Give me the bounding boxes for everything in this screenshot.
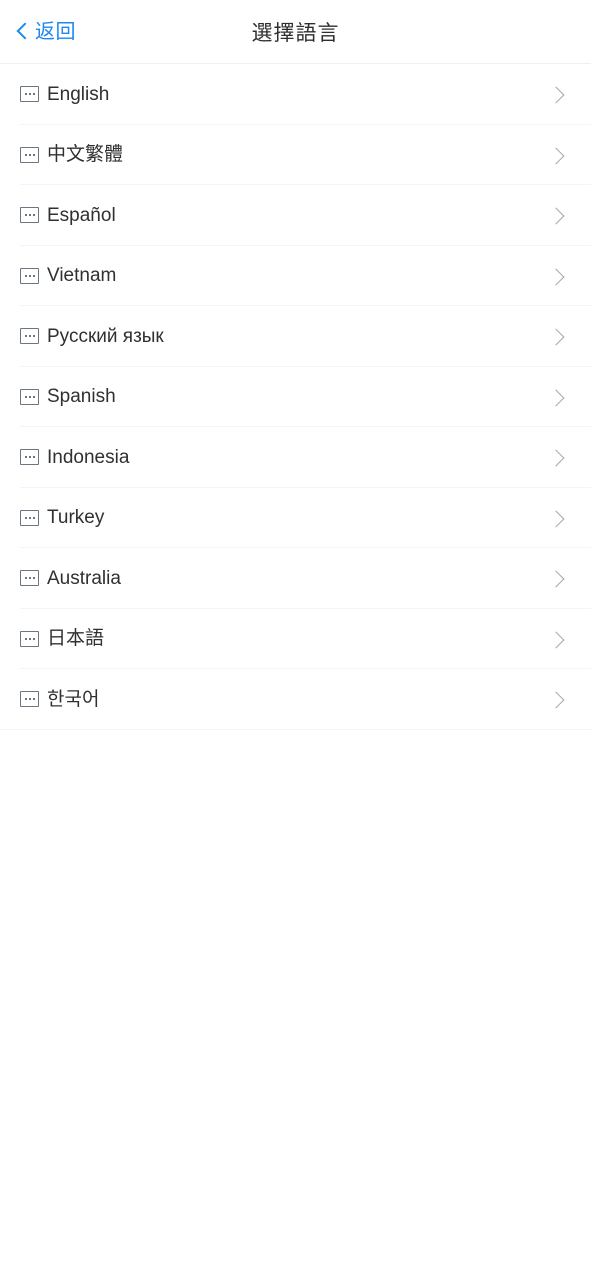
chevron-right-icon[interactable]	[549, 509, 565, 527]
list-item[interactable]: Español	[0, 185, 591, 246]
broken-image-placeholder-icon	[20, 207, 39, 224]
chevron-right-icon[interactable]	[549, 85, 565, 103]
list-item[interactable]: 한국어	[0, 669, 591, 730]
broken-image-placeholder-icon	[20, 570, 39, 587]
list-item[interactable]: Vietnam	[0, 245, 591, 306]
broken-image-placeholder-icon	[20, 267, 39, 284]
chevron-right-icon[interactable]	[549, 690, 565, 708]
list-item[interactable]: 日本語	[0, 608, 591, 669]
list-item[interactable]: Turkey	[0, 487, 591, 548]
chevron-left-icon	[17, 22, 28, 41]
list-item-label: Australia	[47, 567, 121, 589]
back-button[interactable]: 返回	[17, 0, 86, 63]
broken-image-placeholder-icon	[20, 691, 39, 708]
list-item-label: Español	[47, 204, 116, 226]
broken-image-placeholder-icon	[20, 86, 39, 103]
list-item-label: Spanish	[47, 386, 116, 408]
list-item-label: Turkey	[47, 507, 105, 529]
list-item[interactable]: Spanish	[0, 366, 591, 427]
back-button-label: 返回	[35, 20, 76, 43]
list-item[interactable]: English	[0, 64, 591, 125]
language-list: English 中文繁體 Español Vietnam Русский язык Spa…	[0, 64, 591, 730]
list-item[interactable]: 中文繁體	[0, 124, 591, 185]
list-item-label: Русский язык	[47, 325, 164, 347]
chevron-right-icon[interactable]	[549, 630, 565, 648]
broken-image-placeholder-icon	[20, 146, 39, 163]
broken-image-placeholder-icon	[20, 509, 39, 526]
chevron-right-icon[interactable]	[549, 327, 565, 345]
chevron-right-icon[interactable]	[549, 146, 565, 164]
list-item-label: English	[47, 83, 110, 105]
chevron-right-icon[interactable]	[549, 267, 565, 285]
chevron-right-icon[interactable]	[549, 206, 565, 224]
chevron-right-icon[interactable]	[549, 388, 565, 406]
list-item[interactable]: Australia	[0, 548, 591, 609]
list-item-label: 한국어	[47, 688, 100, 710]
chevron-right-icon[interactable]	[549, 569, 565, 587]
list-item-label: 日本語	[47, 628, 105, 650]
list-item-label: Vietnam	[47, 265, 117, 287]
page-title: 選擇語言	[251, 21, 340, 45]
broken-image-placeholder-icon	[20, 449, 39, 466]
list-item-label: Indonesia	[47, 446, 130, 468]
list-item-label: 中文繁體	[47, 144, 124, 166]
list-item[interactable]: Indonesia	[0, 427, 591, 488]
broken-image-placeholder-icon	[20, 328, 39, 345]
navigation-bar: 返回 選擇語言	[0, 0, 591, 64]
broken-image-placeholder-icon	[20, 630, 39, 647]
chevron-right-icon[interactable]	[549, 448, 565, 466]
broken-image-placeholder-icon	[20, 388, 39, 405]
list-item[interactable]: Русский язык	[0, 306, 591, 367]
